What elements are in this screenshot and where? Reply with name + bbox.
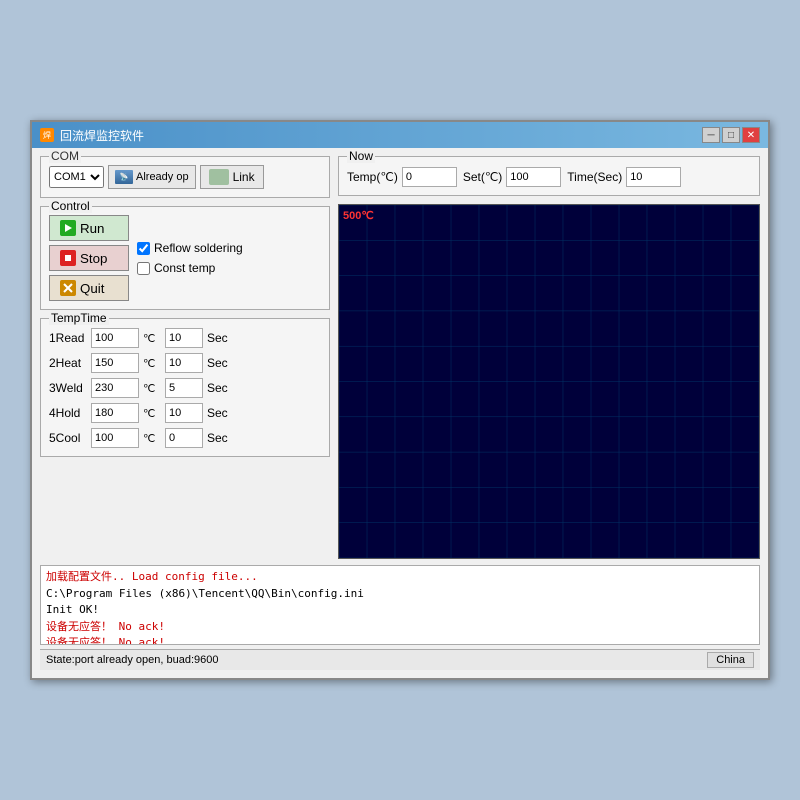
table-row: 5Cool ℃ Sec — [49, 428, 321, 448]
now-group: Now Temp(℃) Set(℃) Time(Sec) — [338, 156, 760, 196]
status-text: State:port already open, buad:9600 — [46, 654, 218, 666]
status-bar: State:port already open, buad:9600 China — [40, 649, 760, 670]
sec-unit-1: Sec — [207, 356, 228, 370]
sec-input-4[interactable] — [165, 428, 203, 448]
now-group-label: Now — [347, 149, 375, 163]
title-bar-title: 焊 回流焊监控软件 — [40, 127, 144, 144]
temp-input-0[interactable] — [91, 328, 139, 348]
const-checkbox-row: Const temp — [137, 261, 243, 275]
row-name-2: 3Weld — [49, 381, 87, 395]
temp-input-1[interactable] — [91, 353, 139, 373]
stop-icon — [60, 250, 76, 266]
row-name-4: 5Cool — [49, 431, 87, 445]
link-button[interactable]: Link — [200, 165, 264, 189]
sec-unit-2: Sec — [207, 381, 228, 395]
sec-input-2[interactable] — [165, 378, 203, 398]
already-label: Already op — [136, 171, 189, 183]
temp-field-input[interactable] — [402, 167, 457, 187]
temp-input-2[interactable] — [91, 378, 139, 398]
left-panel: COM COM1 📡 Already op Link — [40, 156, 330, 559]
sec-input-0[interactable] — [165, 328, 203, 348]
quit-icon — [60, 280, 76, 296]
row-name-3: 4Hold — [49, 406, 87, 420]
run-button[interactable]: Run — [49, 215, 129, 241]
temp-unit-1: ℃ — [143, 357, 161, 370]
sec-unit-3: Sec — [207, 406, 228, 420]
quit-button[interactable]: Quit — [49, 275, 129, 301]
row-name-1: 2Heat — [49, 356, 87, 370]
temp-input-4[interactable] — [91, 428, 139, 448]
log-line-0: 加载配置文件.. Load config file... — [46, 569, 754, 586]
temp-field-label: Temp(℃) — [347, 170, 398, 184]
com-select[interactable]: COM1 — [49, 166, 104, 188]
run-label: Run — [80, 221, 104, 236]
chart-temp-label: 500℃ — [343, 209, 374, 222]
temp-unit-4: ℃ — [143, 432, 161, 445]
sec-input-3[interactable] — [165, 403, 203, 423]
now-row: Temp(℃) Set(℃) Time(Sec) — [347, 167, 751, 187]
main-window: 焊 回流焊监控软件 ─ □ ✕ COM COM1 — [30, 120, 770, 680]
reflow-checkbox-row: Reflow soldering — [137, 241, 243, 255]
time-field-label: Time(Sec) — [567, 170, 622, 184]
control-group-label: Control — [49, 199, 92, 213]
log-line-4: 设备无应答！ No ack! — [46, 635, 754, 645]
table-row: 1Read ℃ Sec — [49, 328, 321, 348]
reflow-checkbox[interactable] — [137, 242, 150, 255]
com-group: COM COM1 📡 Already op Link — [40, 156, 330, 198]
set-field-label: Set(℃) — [463, 170, 502, 184]
table-row: 4Hold ℃ Sec — [49, 403, 321, 423]
top-section: COM COM1 📡 Already op Link — [40, 156, 760, 559]
run-icon — [60, 220, 76, 236]
close-button[interactable]: ✕ — [742, 127, 760, 143]
sec-unit-4: Sec — [207, 431, 228, 445]
temptime-group: TempTime 1Read ℃ Sec 2Heat ℃ Sec — [40, 318, 330, 457]
row-name-0: 1Read — [49, 331, 87, 345]
checkbox-column: Reflow soldering Const temp — [137, 215, 243, 301]
sec-input-1[interactable] — [165, 353, 203, 373]
window-title: 回流焊监控软件 — [60, 127, 144, 144]
quit-label: Quit — [80, 281, 104, 296]
control-group: Control Run — [40, 206, 330, 310]
already-button[interactable]: 📡 Already op — [108, 165, 196, 189]
log-line-1: C:\Program Files (x86)\Tencent\QQ\Bin\co… — [46, 586, 754, 603]
temp-unit-2: ℃ — [143, 382, 161, 395]
sec-unit-0: Sec — [207, 331, 228, 345]
table-row: 3Weld ℃ Sec — [49, 378, 321, 398]
link-label: Link — [233, 170, 255, 184]
time-field-input[interactable] — [626, 167, 681, 187]
china-button[interactable]: China — [707, 652, 754, 668]
right-panel: Now Temp(℃) Set(℃) Time(Sec) — [338, 156, 760, 559]
table-row: 2Heat ℃ Sec — [49, 353, 321, 373]
content-area: COM COM1 📡 Already op Link — [32, 148, 768, 678]
log-area[interactable]: 加载配置文件.. Load config file... C:\Program … — [40, 565, 760, 645]
temp-field: Temp(℃) — [347, 167, 457, 187]
reflow-label: Reflow soldering — [154, 241, 243, 255]
time-field: Time(Sec) — [567, 167, 681, 187]
minimize-button[interactable]: ─ — [702, 127, 720, 143]
const-checkbox[interactable] — [137, 262, 150, 275]
set-field-input[interactable] — [506, 167, 561, 187]
temp-unit-3: ℃ — [143, 407, 161, 420]
chart-grid-svg — [339, 205, 759, 558]
temptime-group-label: TempTime — [49, 311, 109, 325]
stop-label: Stop — [80, 251, 107, 266]
com-group-label: COM — [49, 149, 81, 163]
maximize-button[interactable]: □ — [722, 127, 740, 143]
button-column: Run Stop — [49, 215, 129, 301]
control-inner: Run Stop — [49, 215, 321, 301]
temp-unit-0: ℃ — [143, 332, 161, 345]
title-bar: 焊 回流焊监控软件 ─ □ ✕ — [32, 122, 768, 148]
chart-area: 500℃ — [338, 204, 760, 559]
log-line-2: Init OK! — [46, 602, 754, 619]
link-icon — [209, 169, 229, 185]
stop-button[interactable]: Stop — [49, 245, 129, 271]
already-icon: 📡 — [115, 170, 133, 184]
title-bar-controls: ─ □ ✕ — [702, 127, 760, 143]
app-icon: 焊 — [40, 128, 54, 142]
log-line-3: 设备无应答！ No ack! — [46, 619, 754, 636]
com-row: COM1 📡 Already op Link — [49, 165, 321, 189]
const-label: Const temp — [154, 261, 215, 275]
set-field: Set(℃) — [463, 167, 561, 187]
temp-input-3[interactable] — [91, 403, 139, 423]
